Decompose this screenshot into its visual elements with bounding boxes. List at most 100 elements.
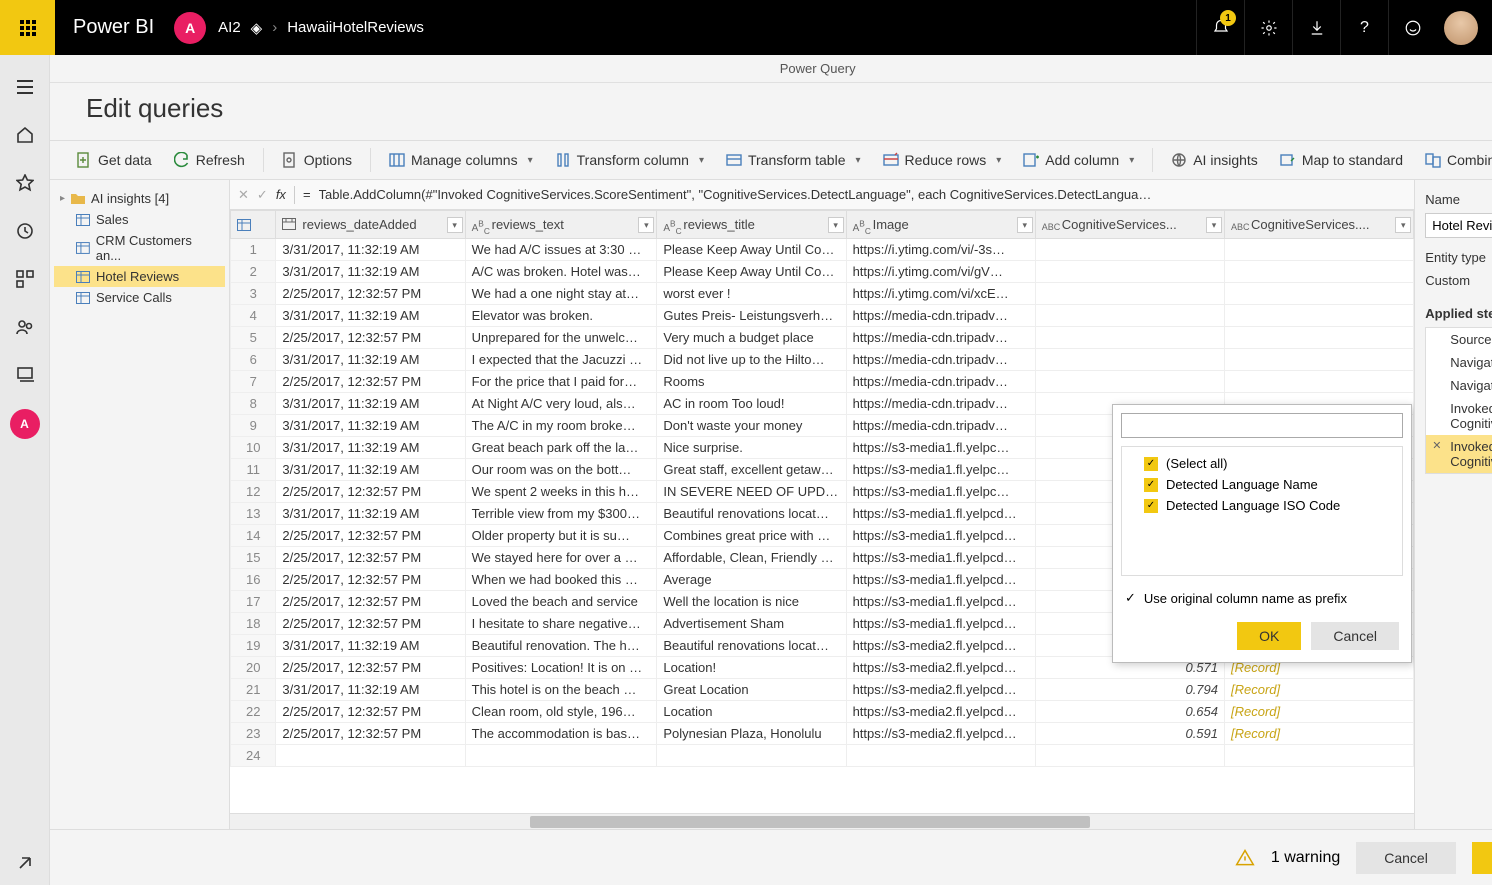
cell[interactable]: 3/31/2017, 11:32:19 AM xyxy=(276,437,465,459)
shared-button[interactable] xyxy=(0,305,50,349)
cell[interactable]: 3/31/2017, 11:32:19 AM xyxy=(276,239,465,261)
app-launcher[interactable] xyxy=(0,0,55,55)
cell[interactable] xyxy=(846,745,1035,767)
breadcrumb-item[interactable]: HawaiiHotelReviews xyxy=(287,19,424,36)
cell[interactable]: 3/31/2017, 11:32:19 AM xyxy=(276,503,465,525)
cell[interactable]: Great staff, excellent getaw… xyxy=(657,459,846,481)
cell[interactable] xyxy=(465,745,657,767)
reduce-rows-button[interactable]: Reduce rows▾ xyxy=(875,148,1010,172)
get-data-button[interactable]: Get data xyxy=(68,148,160,172)
cell[interactable]: Combines great price with … xyxy=(657,525,846,547)
cell[interactable]: Please Keep Away Until Co… xyxy=(657,261,846,283)
transform-column-button[interactable]: Transform column▾ xyxy=(547,148,712,172)
hamburger-button[interactable] xyxy=(0,65,50,109)
cell[interactable]: Beautiful renovations locat… xyxy=(657,503,846,525)
cell[interactable]: Great Location xyxy=(657,679,846,701)
filter-dropdown-icon[interactable]: ▾ xyxy=(1017,217,1033,233)
table-row[interactable]: 213/31/2017, 11:32:19 AMThis hotel is on… xyxy=(231,679,1414,701)
column-header[interactable]: ABC123CognitiveServices...▾ xyxy=(1035,211,1224,239)
cell[interactable]: https://media-cdn.tripadv… xyxy=(846,371,1035,393)
cancel-formula[interactable]: ✕ xyxy=(238,187,249,203)
cell[interactable] xyxy=(276,745,465,767)
cell[interactable]: 3/31/2017, 11:32:19 AM xyxy=(276,415,465,437)
applied-step[interactable]: Navigation xyxy=(1426,351,1492,374)
record-link[interactable]: [Record] xyxy=(1225,723,1414,745)
cell[interactable]: Gutes Preis- Leistungsverh… xyxy=(657,305,846,327)
map-to-standard-button[interactable]: Map to standard xyxy=(1272,148,1411,172)
horizontal-scrollbar[interactable] xyxy=(230,813,1414,829)
table-row[interactable]: 32/25/2017, 12:32:57 PMWe had a one nigh… xyxy=(231,283,1414,305)
current-workspace[interactable]: A xyxy=(10,409,40,439)
cell[interactable]: https://s3-media1.fl.yelpcd… xyxy=(846,613,1035,635)
cell[interactable]: 2/25/2017, 12:32:57 PM xyxy=(276,701,465,723)
cell[interactable]: https://s3-media1.fl.yelpc… xyxy=(846,459,1035,481)
cell[interactable] xyxy=(1035,327,1224,349)
popup-option[interactable]: ✓Detected Language ISO Code xyxy=(1140,495,1384,516)
cell[interactable]: Polynesian Plaza, Honolulu xyxy=(657,723,846,745)
applied-step[interactable]: Invoked CognitiveSer… xyxy=(1426,435,1492,473)
cell[interactable]: We had A/C issues at 3:30 … xyxy=(465,239,657,261)
cell[interactable]: Terrible view from my $300… xyxy=(465,503,657,525)
cell[interactable]: For the price that I paid for… xyxy=(465,371,657,393)
cell[interactable]: 3/31/2017, 11:32:19 AM xyxy=(276,305,465,327)
table-row[interactable]: 23/31/2017, 11:32:19 AMA/C was broken. H… xyxy=(231,261,1414,283)
cell[interactable]: Well the location is nice xyxy=(657,591,846,613)
download-button[interactable] xyxy=(1292,0,1340,55)
workspace-avatar[interactable]: A xyxy=(174,12,206,44)
cell[interactable]: https://s3-media1.fl.yelpcd… xyxy=(846,569,1035,591)
cell[interactable]: https://media-cdn.tripadv… xyxy=(846,393,1035,415)
applied-step[interactable]: Navigation 1 xyxy=(1426,374,1492,397)
record-link[interactable]: [Record] xyxy=(1225,701,1414,723)
cell[interactable]: Did not live up to the Hilto… xyxy=(657,349,846,371)
add-column-button[interactable]: Add column▾ xyxy=(1015,148,1142,172)
cell[interactable]: https://s3-media1.fl.yelpcd… xyxy=(846,591,1035,613)
cell[interactable]: Rooms xyxy=(657,371,846,393)
table-row[interactable]: 24 xyxy=(231,745,1414,767)
cell[interactable]: Beautiful renovations locat… xyxy=(657,635,846,657)
column-header[interactable]: ABCreviews_text▾ xyxy=(465,211,657,239)
feedback-button[interactable] xyxy=(1388,0,1436,55)
cell[interactable]: 2/25/2017, 12:32:57 PM xyxy=(276,547,465,569)
cell[interactable]: Great beach park off the la… xyxy=(465,437,657,459)
cell[interactable]: Location! xyxy=(657,657,846,679)
cell[interactable]: Location xyxy=(657,701,846,723)
help-button[interactable]: ? xyxy=(1340,0,1388,55)
cell[interactable]: This hotel is on the beach … xyxy=(465,679,657,701)
filter-dropdown-icon[interactable]: ▾ xyxy=(1395,217,1411,233)
column-header[interactable]: ABC123CognitiveServices....▾ xyxy=(1225,211,1414,239)
queries-folder[interactable]: ▸AI insights [4] xyxy=(54,188,225,209)
cell[interactable]: worst ever ! xyxy=(657,283,846,305)
apps-button[interactable] xyxy=(0,257,50,301)
cell[interactable]: We spent 2 weeks in this h… xyxy=(465,481,657,503)
column-header[interactable]: ABCImage▾ xyxy=(846,211,1035,239)
cell[interactable]: https://s3-media2.fl.yelpcd… xyxy=(846,723,1035,745)
transform-table-button[interactable]: Transform table▾ xyxy=(718,148,869,172)
cell[interactable]: https://i.ytimg.com/vi/-3s… xyxy=(846,239,1035,261)
record-link[interactable] xyxy=(1225,261,1414,283)
column-header[interactable]: ABCreviews_title▾ xyxy=(657,211,846,239)
cell[interactable] xyxy=(1035,261,1224,283)
cell[interactable]: 2/25/2017, 12:32:57 PM xyxy=(276,657,465,679)
cell[interactable]: IN SEVERE NEED OF UPDA… xyxy=(657,481,846,503)
cell[interactable]: https://i.ytimg.com/vi/xcE… xyxy=(846,283,1035,305)
cell[interactable]: Older property but it is su… xyxy=(465,525,657,547)
cell[interactable]: I expected that the Jacuzzi … xyxy=(465,349,657,371)
cell[interactable]: Our room was on the bott… xyxy=(465,459,657,481)
notifications-button[interactable]: 1 xyxy=(1196,0,1244,55)
recent-button[interactable] xyxy=(0,209,50,253)
cell[interactable]: Elevator was broken. xyxy=(465,305,657,327)
cell[interactable]: 2/25/2017, 12:32:57 PM xyxy=(276,283,465,305)
table-row[interactable]: 52/25/2017, 12:32:57 PMUnprepared for th… xyxy=(231,327,1414,349)
popup-cancel-button[interactable]: Cancel xyxy=(1311,622,1399,650)
cell[interactable]: https://s3-media1.fl.yelpcd… xyxy=(846,547,1035,569)
cell[interactable]: Nice surprise. xyxy=(657,437,846,459)
record-link[interactable] xyxy=(1225,239,1414,261)
filter-dropdown-icon[interactable]: ▾ xyxy=(1206,217,1222,233)
cell[interactable]: Advertisement Sham xyxy=(657,613,846,635)
cell[interactable]: Affordable, Clean, Friendly … xyxy=(657,547,846,569)
applied-step[interactable]: Source xyxy=(1426,328,1492,351)
options-button[interactable]: Options xyxy=(274,148,360,172)
table-row[interactable]: 232/25/2017, 12:32:57 PMThe accommodatio… xyxy=(231,723,1414,745)
cell[interactable]: https://s3-media2.fl.yelpcd… xyxy=(846,701,1035,723)
cell[interactable]: Don't waste your money xyxy=(657,415,846,437)
